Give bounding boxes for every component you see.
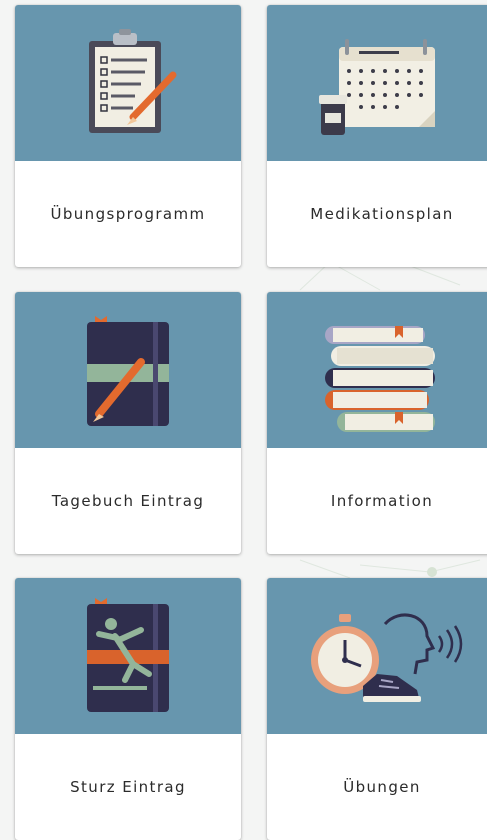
- tile-tagebuch-eintrag[interactable]: Tagebuch Eintrag: [15, 292, 241, 554]
- tile-art: [267, 578, 487, 734]
- stopwatch-voice-shoe-icon: [311, 613, 463, 702]
- calendar-pills-icon: [319, 39, 435, 135]
- tile-label: Übungsprogramm: [50, 205, 206, 223]
- clipboard-checklist-icon: [89, 29, 177, 133]
- tile-art: [15, 5, 241, 161]
- tile-label: Übungen: [343, 778, 421, 796]
- books-stack-icon: [325, 326, 435, 432]
- tile-label: Tagebuch Eintrag: [51, 492, 205, 510]
- tile-art: [15, 292, 241, 448]
- tile-art: [267, 5, 487, 161]
- tile-art: [267, 292, 487, 448]
- tile-sturz-eintrag[interactable]: Sturz Eintrag: [15, 578, 241, 840]
- tile-uebungen[interactable]: Übungen: [267, 578, 487, 840]
- diary-pencil-icon: [87, 316, 169, 426]
- tile-label: Medikationsplan: [310, 205, 454, 223]
- tile-art: [15, 578, 241, 734]
- fall-diary-icon: [87, 598, 169, 712]
- tile-label: Information: [330, 492, 434, 510]
- tile-information[interactable]: Information: [267, 292, 487, 554]
- tile-medikationsplan[interactable]: Medikationsplan: [267, 5, 487, 267]
- tile-uebungsprogramm[interactable]: Übungsprogramm: [15, 5, 241, 267]
- tile-label: Sturz Eintrag: [70, 778, 186, 796]
